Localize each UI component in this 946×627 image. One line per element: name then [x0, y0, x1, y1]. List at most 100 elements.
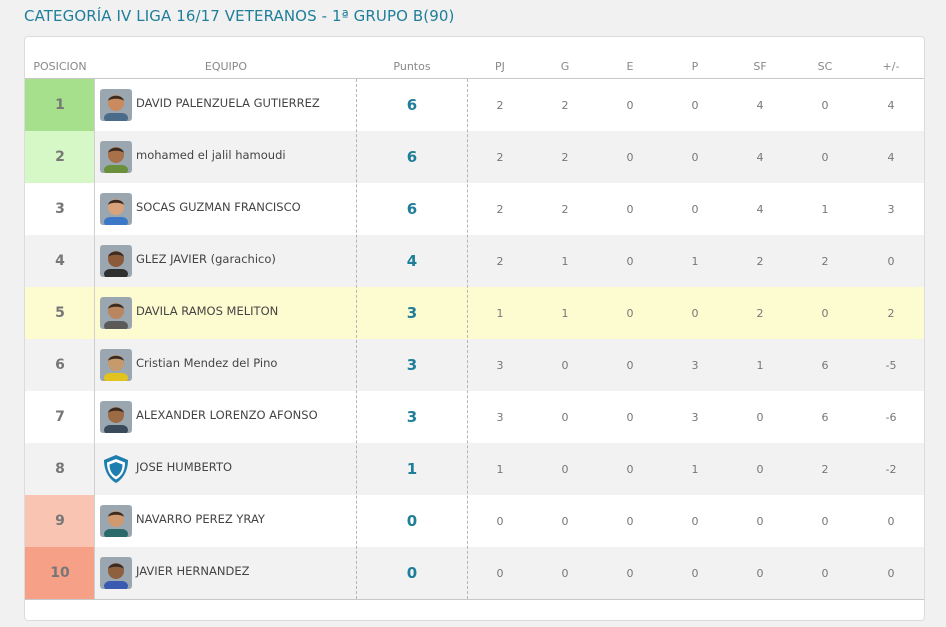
header-pts[interactable]: Puntos	[357, 60, 467, 73]
p-cell: 3	[691, 410, 699, 424]
player-photo[interactable]	[100, 505, 132, 537]
points-cell: 6	[406, 148, 418, 166]
pj-cell: 2	[496, 98, 504, 112]
position-cell: 9	[25, 495, 95, 547]
sf-cell: 0	[756, 514, 764, 528]
player-photo[interactable]	[100, 89, 132, 121]
player-photo[interactable]	[100, 349, 132, 381]
team-name[interactable]: SOCAS GUZMAN FRANCISCO	[136, 200, 301, 214]
sc-cell: 0	[821, 98, 829, 112]
team-name[interactable]: DAVID PALENZUELA GUTIERREZ	[136, 96, 320, 110]
table-row[interactable]: 5 DAVILA RAMOS MELITON 3 1 1 0 0 2 0 2	[25, 287, 924, 339]
position-cell: 3	[55, 201, 65, 217]
p-cell: 0	[691, 306, 699, 320]
player-photo[interactable]	[100, 557, 132, 589]
sc-cell: 1	[821, 202, 829, 216]
team-name[interactable]: Cristian Mendez del Pino	[136, 356, 277, 370]
points-cell: 0	[406, 564, 418, 582]
p-cell: 0	[691, 98, 699, 112]
team-name[interactable]: ALEXANDER LORENZO AFONSO	[136, 408, 318, 422]
sc-cell: 0	[821, 514, 829, 528]
e-cell: 0	[626, 566, 634, 580]
diff-cell: 2	[887, 306, 895, 320]
diff-cell: -2	[885, 462, 897, 476]
g-cell: 2	[561, 98, 569, 112]
points-cell: 6	[406, 200, 418, 218]
position-cell: 5	[55, 305, 65, 321]
header-g[interactable]: G	[540, 60, 590, 73]
diff-cell: 4	[887, 150, 895, 164]
table-row[interactable]: 3 SOCAS GUZMAN FRANCISCO 6 2 2 0 0 4 1 3	[25, 183, 924, 235]
shield-icon[interactable]	[100, 453, 132, 485]
header-diff[interactable]: +/-	[866, 60, 916, 73]
sc-cell: 0	[821, 566, 829, 580]
header-team[interactable]: EQUIPO	[95, 60, 357, 73]
table-row[interactable]: 9 NAVARRO PEREZ YRAY 0 0 0 0 0 0 0 0	[25, 495, 924, 547]
team-name[interactable]: mohamed el jalil hamoudi	[136, 148, 286, 162]
pj-cell: 1	[496, 462, 504, 476]
g-cell: 1	[561, 306, 569, 320]
points-cell: 4	[406, 252, 418, 270]
diff-cell: 4	[887, 98, 895, 112]
e-cell: 0	[626, 410, 634, 424]
g-cell: 0	[561, 358, 569, 372]
p-cell: 0	[691, 150, 699, 164]
points-cell: 1	[406, 460, 418, 478]
p-cell: 1	[691, 254, 699, 268]
column-divider	[94, 79, 95, 599]
e-cell: 0	[626, 202, 634, 216]
player-photo[interactable]	[100, 245, 132, 277]
sf-cell: 0	[756, 462, 764, 476]
table-row[interactable]: 6 Cristian Mendez del Pino 3 3 0 0 3 1 6 -5	[25, 339, 924, 391]
position-cell: 2	[25, 131, 95, 183]
pj-cell: 2	[496, 150, 504, 164]
sf-cell: 0	[756, 410, 764, 424]
sc-cell: 2	[821, 254, 829, 268]
pj-cell: 2	[496, 202, 504, 216]
sc-cell: 6	[821, 410, 829, 424]
sf-cell: 0	[756, 566, 764, 580]
player-photo[interactable]	[100, 141, 132, 173]
header-pj[interactable]: PJ	[475, 60, 525, 73]
player-photo[interactable]	[100, 297, 132, 329]
p-cell: 0	[691, 514, 699, 528]
position-cell: 6	[55, 357, 65, 373]
header-p[interactable]: P	[670, 60, 720, 73]
sf-cell: 4	[756, 150, 764, 164]
table-row[interactable]: 2 mohamed el jalil hamoudi 6 2 2 0 0 4 0 4	[25, 131, 924, 183]
column-divider	[356, 79, 357, 599]
sf-cell: 4	[756, 98, 764, 112]
e-cell: 0	[626, 514, 634, 528]
table-row[interactable]: 10 JAVIER HERNANDEZ 0 0 0 0 0 0 0 0	[25, 547, 924, 599]
team-name[interactable]: DAVILA RAMOS MELITON	[136, 304, 278, 318]
sf-cell: 2	[756, 254, 764, 268]
team-name[interactable]: GLEZ JAVIER (garachico)	[136, 252, 276, 266]
p-cell: 1	[691, 462, 699, 476]
header-e[interactable]: E	[605, 60, 655, 73]
player-photo[interactable]	[100, 401, 132, 433]
table-row[interactable]: 4 GLEZ JAVIER (garachico) 4 2 1 0 1 2 2 0	[25, 235, 924, 287]
team-name[interactable]: NAVARRO PEREZ YRAY	[136, 512, 265, 526]
team-name[interactable]: JAVIER HERNANDEZ	[136, 564, 249, 578]
p-cell: 0	[691, 202, 699, 216]
team-name[interactable]: JOSE HUMBERTO	[136, 460, 232, 474]
points-cell: 3	[406, 356, 418, 374]
header-sc[interactable]: SC	[800, 60, 850, 73]
diff-cell: -5	[885, 358, 897, 372]
header-sf[interactable]: SF	[735, 60, 785, 73]
table-row[interactable]: 7 ALEXANDER LORENZO AFONSO 3 3 0 0 3 0 6 -6	[25, 391, 924, 443]
e-cell: 0	[626, 150, 634, 164]
header-pos[interactable]: POSICION	[25, 60, 95, 73]
points-cell: 3	[406, 304, 418, 322]
g-cell: 0	[561, 462, 569, 476]
diff-cell: 0	[887, 254, 895, 268]
table-row[interactable]: 1 DAVID PALENZUELA GUTIERREZ 6 2 2 0 0 4 0 4	[25, 79, 924, 131]
p-cell: 0	[691, 566, 699, 580]
g-cell: 1	[561, 254, 569, 268]
diff-cell: 0	[887, 514, 895, 528]
player-photo[interactable]	[100, 193, 132, 225]
table-bottom-border	[25, 599, 924, 600]
g-cell: 2	[561, 202, 569, 216]
table-row[interactable]: 8 JOSE HUMBERTO 1 1 0 0 1 0 2 -2	[25, 443, 924, 495]
sc-cell: 0	[821, 306, 829, 320]
